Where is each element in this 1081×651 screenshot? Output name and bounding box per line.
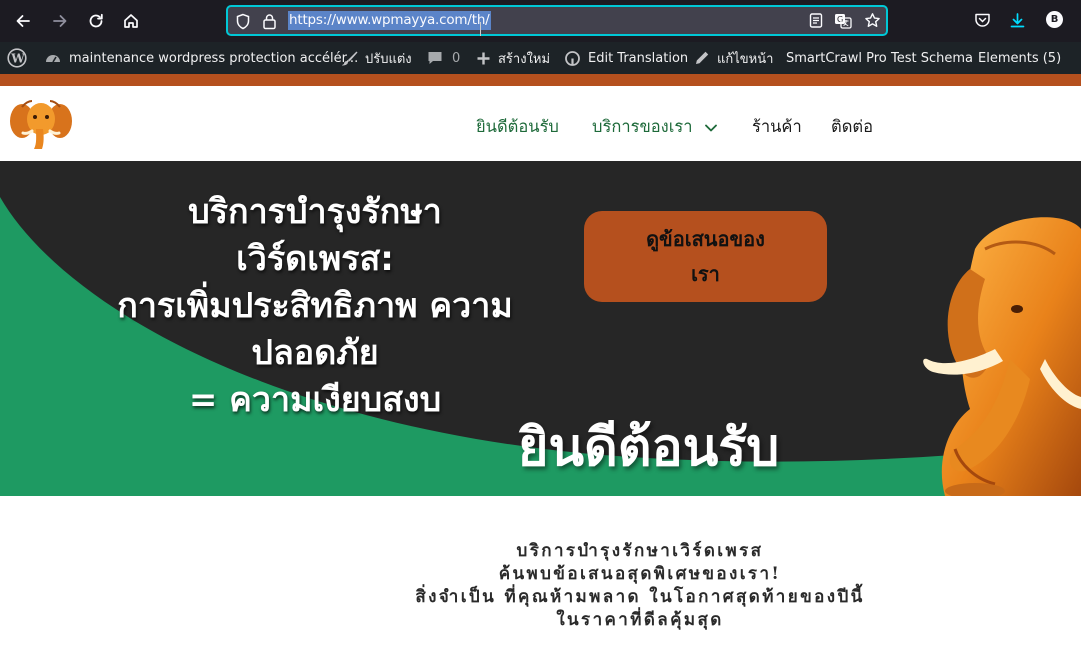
paintbrush-icon	[342, 51, 358, 65]
test-schema-link[interactable]: Test Schema	[891, 42, 973, 74]
intro-text-block: บริการบำรุงรักษาเวิร์ดเพรส ค้นพบข้อเสนอส…	[330, 540, 950, 632]
wp-admin-bar: W maintenance wordpress protection accél…	[0, 42, 1081, 74]
hero-title-line: การเพิ่มประสิทธิภาพ ความ	[117, 286, 513, 326]
view-offer-label-line2: เรา	[691, 262, 720, 286]
smartcrawl-label: SmartCrawl Pro	[786, 50, 887, 66]
hero-title-line: เวิร์ดเพรส:	[236, 239, 394, 279]
chevron-down-icon[interactable]	[705, 117, 717, 136]
text-cursor-icon	[480, 22, 488, 36]
comments-link[interactable]: 0	[427, 42, 460, 74]
pencil-icon	[696, 51, 709, 64]
pocket-icon[interactable]	[972, 10, 992, 30]
edit-page-link[interactable]: แก้ไขหน้า	[694, 42, 773, 74]
shield-icon[interactable]	[235, 13, 251, 34]
browser-toolbar: https://www.wpmayya.com/th/ G B	[0, 0, 1081, 42]
elements-label: Elements (5)	[978, 50, 1062, 66]
intro-line: ในราคาที่ดีลคุ้มสุด	[556, 610, 724, 630]
plus-icon	[477, 52, 490, 64]
dashboard-gauge-icon	[46, 55, 60, 63]
intro-line: บริการบำรุงรักษาเวิร์ดเพรส	[516, 541, 764, 561]
reload-button[interactable]	[84, 9, 108, 33]
new-content-label: สร้างใหม่	[498, 51, 551, 67]
elements-link[interactable]: Elements (5)	[978, 42, 1061, 74]
hero-title-line: ปลอดภัย	[251, 333, 379, 373]
customize-link[interactable]: ปรับแต่ง	[341, 42, 412, 74]
svg-text:W: W	[10, 52, 25, 66]
reload-icon	[89, 13, 103, 28]
edit-page-label: แก้ไขหน้า	[717, 51, 774, 67]
nav-shop[interactable]: ร้านค้า	[752, 114, 802, 140]
hero-section: บริการบำรุงรักษา เวิร์ดเพรส: การเพิ่มประ…	[0, 161, 1081, 496]
test-schema-label: Test Schema	[891, 50, 973, 66]
site-header: ยินดีต้อนรับ บริการของเรา ร้านค้า ติดต่อ	[0, 86, 1081, 161]
back-button[interactable]	[11, 9, 35, 33]
arrow-left-icon	[16, 15, 30, 27]
elephant-illustration	[915, 209, 1081, 496]
home-icon	[124, 14, 138, 28]
top-accent-strip	[0, 74, 1081, 86]
admin-site-name-label: maintenance wordpress protection accélér…	[69, 50, 359, 66]
nav-home[interactable]: ยินดีต้อนรับ	[476, 114, 559, 140]
svg-text:G: G	[837, 15, 843, 24]
arrow-right-icon	[53, 15, 67, 27]
translation-icon	[565, 50, 580, 66]
site-logo[interactable]	[10, 95, 72, 153]
intro-line: ค้นพบข้อเสนอสุดพิเศษของเรา!	[498, 564, 782, 584]
new-content-menu[interactable]: สร้างใหม่	[476, 42, 550, 74]
bookmark-star-icon[interactable]	[864, 12, 881, 33]
url-text[interactable]: https://www.wpmayya.com/th/	[288, 11, 491, 30]
nav-contact[interactable]: ติดต่อ	[831, 114, 873, 140]
profile-avatar[interactable]: B	[1046, 11, 1063, 28]
home-button[interactable]	[119, 9, 143, 33]
wp-logo-menu[interactable]: W	[7, 42, 34, 74]
hero-welcome-heading: ยินดีต้อนรับ	[518, 418, 780, 478]
comment-bubble-icon	[428, 52, 442, 64]
translate-icon[interactable]: G	[834, 12, 852, 34]
smartcrawl-link[interactable]: SmartCrawl Pro	[786, 42, 887, 74]
customize-label: ปรับแต่ง	[365, 51, 412, 67]
comments-count: 0	[452, 50, 461, 66]
hero-title-line: = ความเงียบสงบ	[188, 380, 442, 420]
download-icon[interactable]	[1007, 10, 1027, 30]
edit-translation-label: Edit Translation	[588, 50, 689, 66]
view-offer-label-line1: ดูข้อเสนอของ	[646, 227, 765, 251]
elephant-logo-icon	[10, 95, 72, 153]
url-bar[interactable]: https://www.wpmayya.com/th/ G	[226, 5, 888, 36]
admin-site-name[interactable]: maintenance wordpress protection accélér…	[44, 42, 358, 74]
intro-line: สิ่งจำเป็น ที่คุณห้ามพลาด ในโอกาศสุดท้าย…	[415, 587, 865, 607]
forward-button[interactable]	[48, 9, 72, 33]
edit-translation-link[interactable]: Edit Translation	[564, 42, 688, 74]
hero-title-line: บริการบำรุงรักษา	[188, 192, 442, 232]
reader-view-icon[interactable]	[808, 12, 824, 33]
elephant-statue-icon	[923, 217, 1081, 496]
wordpress-logo-icon: W	[7, 48, 27, 68]
lock-icon[interactable]	[262, 13, 277, 34]
view-offer-button[interactable]: ดูข้อเสนอของ เรา	[584, 211, 827, 302]
hero-title: บริการบำรุงรักษา เวิร์ดเพรส: การเพิ่มประ…	[60, 189, 570, 424]
nav-services[interactable]: บริการของเรา	[592, 114, 692, 140]
